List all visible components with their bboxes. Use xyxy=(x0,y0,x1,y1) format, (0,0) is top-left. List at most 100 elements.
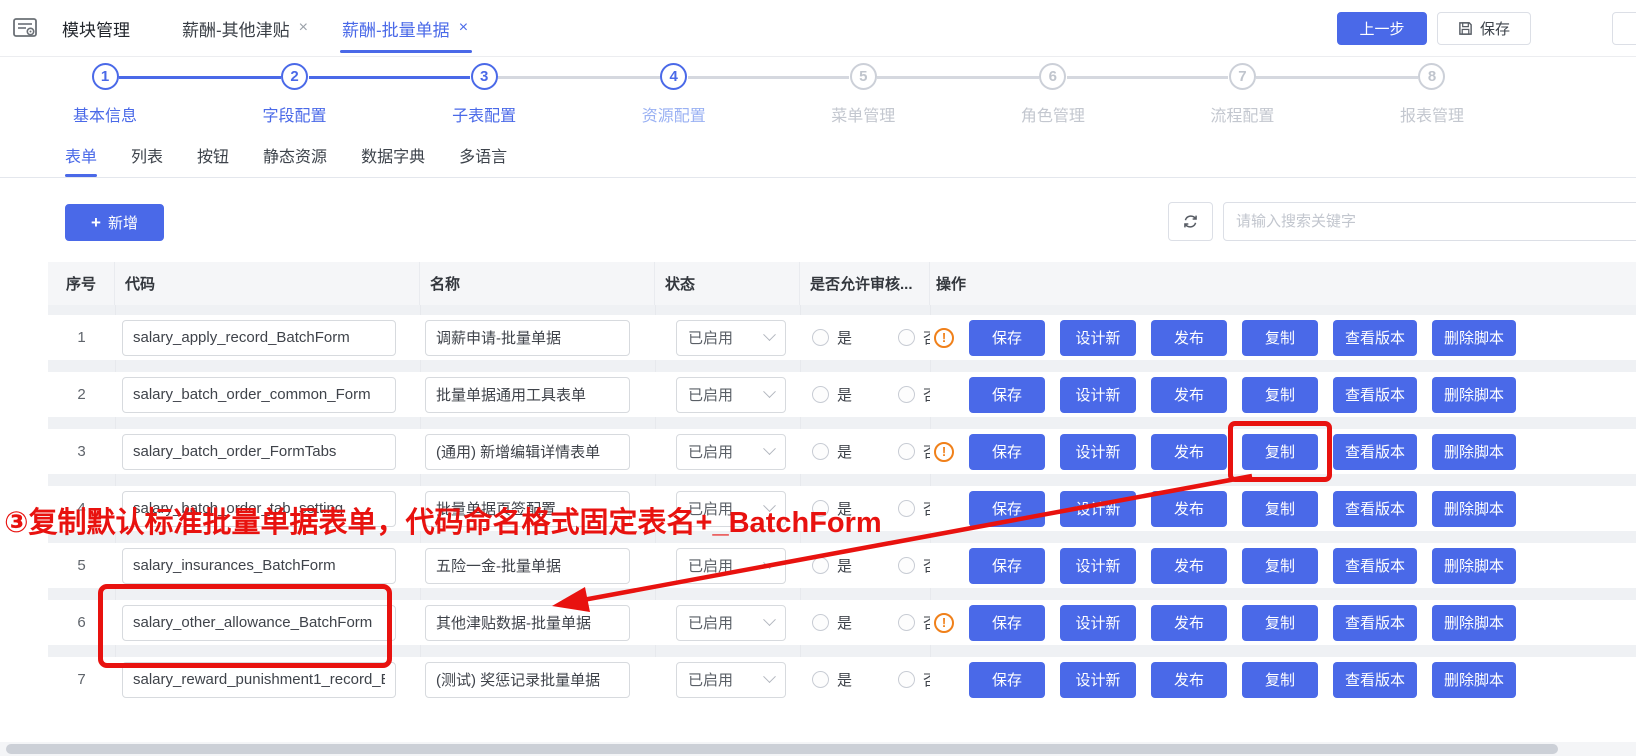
search-input[interactable] xyxy=(1223,202,1636,241)
radio-yes[interactable]: 是 xyxy=(812,327,852,348)
action-button-查看版本[interactable]: 查看版本 xyxy=(1333,662,1417,698)
name-input[interactable] xyxy=(425,662,630,698)
step-circle-3[interactable]: 3 xyxy=(471,63,498,90)
radio-no[interactable]: 否 xyxy=(898,327,930,348)
code-input[interactable] xyxy=(122,434,396,470)
refresh-button[interactable] xyxy=(1168,202,1213,241)
radio-no[interactable]: 否 xyxy=(898,498,930,519)
action-button-查看版本[interactable]: 查看版本 xyxy=(1333,491,1417,527)
radio-no[interactable]: 否 xyxy=(898,669,930,690)
action-button-删除脚本[interactable]: 删除脚本 xyxy=(1432,662,1516,698)
annotation-rect-code-input xyxy=(98,584,392,668)
radio-no[interactable]: 否 xyxy=(898,555,930,576)
action-button-复制[interactable]: 复制 xyxy=(1242,320,1318,356)
radio-circle xyxy=(812,557,829,574)
status-select[interactable]: 已启用 xyxy=(676,377,786,413)
action-button-查看版本[interactable]: 查看版本 xyxy=(1333,548,1417,584)
radio-yes[interactable]: 是 xyxy=(812,441,852,462)
status-select[interactable]: 已启用 xyxy=(676,662,786,698)
action-button-保存[interactable]: 保存 xyxy=(969,605,1045,641)
name-input[interactable] xyxy=(425,377,630,413)
radio-yes[interactable]: 是 xyxy=(812,669,852,690)
previous-step-button[interactable]: 上一步 xyxy=(1337,12,1427,45)
subtab-1[interactable]: 列表 xyxy=(131,132,163,177)
action-button-发布[interactable]: 发布 xyxy=(1151,548,1227,584)
action-button-删除脚本[interactable]: 删除脚本 xyxy=(1432,377,1516,413)
action-button-发布[interactable]: 发布 xyxy=(1151,434,1227,470)
action-button-设计新[interactable]: 设计新 xyxy=(1060,320,1136,356)
action-button-发布[interactable]: 发布 xyxy=(1151,662,1227,698)
action-button-发布[interactable]: 发布 xyxy=(1151,320,1227,356)
action-button-查看版本[interactable]: 查看版本 xyxy=(1333,320,1417,356)
name-input[interactable] xyxy=(425,605,630,641)
action-button-复制[interactable]: 复制 xyxy=(1242,377,1318,413)
close-icon[interactable]: × xyxy=(459,19,468,37)
action-button-保存[interactable]: 保存 xyxy=(969,662,1045,698)
step-circle-6[interactable]: 6 xyxy=(1039,63,1066,90)
add-new-button[interactable]: + 新增 xyxy=(65,204,164,241)
action-button-设计新[interactable]: 设计新 xyxy=(1060,434,1136,470)
status-select[interactable]: 已启用 xyxy=(676,434,786,470)
subtab-2[interactable]: 按钮 xyxy=(197,132,229,177)
step-circle-7[interactable]: 7 xyxy=(1229,63,1256,90)
scrollbar-thumb[interactable] xyxy=(6,744,1558,754)
action-button-复制[interactable]: 复制 xyxy=(1242,662,1318,698)
chevron-down-icon xyxy=(763,613,776,626)
action-button-设计新[interactable]: 设计新 xyxy=(1060,377,1136,413)
radio-yes[interactable]: 是 xyxy=(812,612,852,633)
action-button-保存[interactable]: 保存 xyxy=(969,491,1045,527)
radio-no[interactable]: 否 xyxy=(898,441,930,462)
code-input[interactable] xyxy=(122,320,396,356)
code-input[interactable] xyxy=(122,377,396,413)
action-button-保存[interactable]: 保存 xyxy=(969,434,1045,470)
action-button-复制[interactable]: 复制 xyxy=(1242,605,1318,641)
radio-yes[interactable]: 是 xyxy=(812,384,852,405)
name-input[interactable] xyxy=(425,434,630,470)
name-input[interactable] xyxy=(425,548,630,584)
action-button-发布[interactable]: 发布 xyxy=(1151,605,1227,641)
subtab-0[interactable]: 表单 xyxy=(65,132,97,177)
code-input[interactable] xyxy=(122,548,396,584)
action-button-删除脚本[interactable]: 删除脚本 xyxy=(1432,605,1516,641)
action-button-设计新[interactable]: 设计新 xyxy=(1060,491,1136,527)
save-button[interactable]: 保存 xyxy=(1437,12,1531,45)
clipped-edge-button[interactable] xyxy=(1612,12,1636,45)
subtab-3[interactable]: 静态资源 xyxy=(263,132,327,177)
action-button-查看版本[interactable]: 查看版本 xyxy=(1333,605,1417,641)
action-button-发布[interactable]: 发布 xyxy=(1151,491,1227,527)
action-button-保存[interactable]: 保存 xyxy=(969,320,1045,356)
action-button-发布[interactable]: 发布 xyxy=(1151,377,1227,413)
subtab-4[interactable]: 数据字典 xyxy=(361,132,425,177)
step-circle-5[interactable]: 5 xyxy=(850,63,877,90)
subtab-5[interactable]: 多语言 xyxy=(459,132,507,177)
action-button-查看版本[interactable]: 查看版本 xyxy=(1333,434,1417,470)
status-select[interactable]: 已启用 xyxy=(676,320,786,356)
radio-no[interactable]: 否 xyxy=(898,612,930,633)
step-circle-4[interactable]: 4 xyxy=(660,63,687,90)
action-button-保存[interactable]: 保存 xyxy=(969,377,1045,413)
radio-circle xyxy=(898,329,915,346)
tab-salary-other-allowance[interactable]: 薪酬-其他津贴 × xyxy=(182,0,308,56)
action-button-删除脚本[interactable]: 删除脚本 xyxy=(1432,548,1516,584)
tab-salary-batch-order[interactable]: 薪酬-批量单据 × xyxy=(342,0,468,56)
action-button-设计新[interactable]: 设计新 xyxy=(1060,605,1136,641)
name-input[interactable] xyxy=(425,320,630,356)
action-button-删除脚本[interactable]: 删除脚本 xyxy=(1432,491,1516,527)
status-select[interactable]: 已启用 xyxy=(676,605,786,641)
action-button-保存[interactable]: 保存 xyxy=(969,548,1045,584)
col-audit: 是否允许审核... xyxy=(800,262,930,305)
radio-no[interactable]: 否 xyxy=(898,384,930,405)
status-select[interactable]: 已启用 xyxy=(676,548,786,584)
action-button-复制[interactable]: 复制 xyxy=(1242,548,1318,584)
action-button-设计新[interactable]: 设计新 xyxy=(1060,548,1136,584)
action-button-复制[interactable]: 复制 xyxy=(1242,491,1318,527)
step-circle-1[interactable]: 1 xyxy=(92,63,119,90)
action-button-删除脚本[interactable]: 删除脚本 xyxy=(1432,434,1516,470)
radio-yes[interactable]: 是 xyxy=(812,555,852,576)
step-circle-8[interactable]: 8 xyxy=(1418,63,1445,90)
close-icon[interactable]: × xyxy=(299,19,308,37)
action-button-查看版本[interactable]: 查看版本 xyxy=(1333,377,1417,413)
action-button-删除脚本[interactable]: 删除脚本 xyxy=(1432,320,1516,356)
action-button-设计新[interactable]: 设计新 xyxy=(1060,662,1136,698)
step-circle-2[interactable]: 2 xyxy=(281,63,308,90)
